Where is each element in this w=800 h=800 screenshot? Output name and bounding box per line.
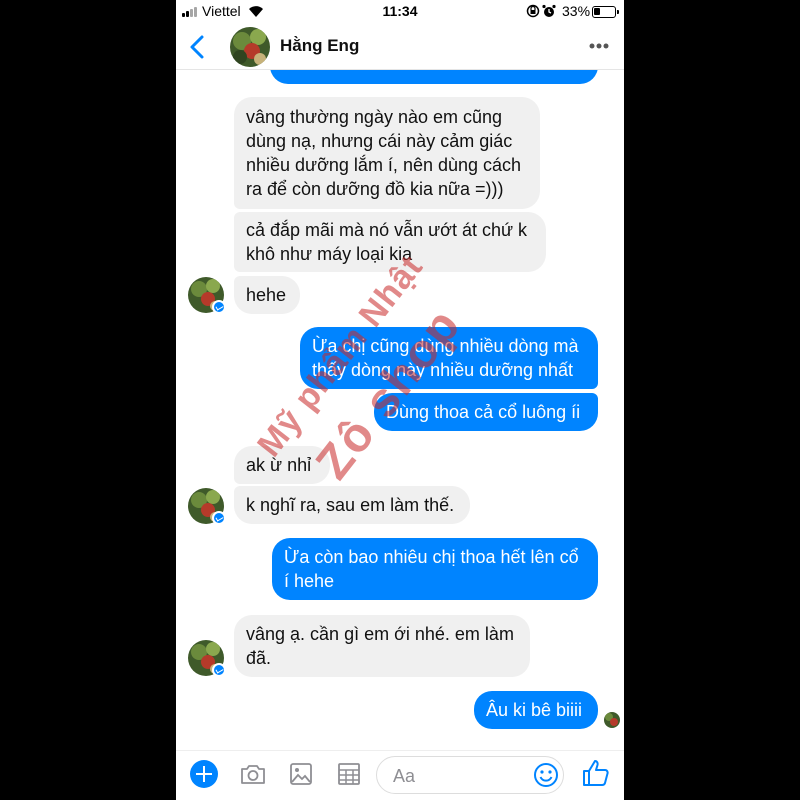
chevron-left-icon[interactable] xyxy=(184,34,212,60)
message-received[interactable]: ak ừ nhỉ xyxy=(234,446,330,484)
avatar[interactable] xyxy=(230,27,270,67)
more-dots-icon[interactable] xyxy=(586,36,612,56)
read-receipt-avatar xyxy=(604,712,620,728)
battery-icon xyxy=(592,6,616,18)
messenger-badge-icon xyxy=(212,663,226,677)
message-list: vâng thường ngày nào em cũng dùng nạ, nh… xyxy=(176,70,624,750)
input-placeholder: Aa xyxy=(393,766,416,786)
clock: 11:34 xyxy=(382,3,418,19)
messenger-badge-icon xyxy=(212,511,226,525)
message-received[interactable]: k nghĩ ra, sau em làm thế. xyxy=(234,486,470,524)
image-icon[interactable] xyxy=(286,759,316,789)
messenger-screen: Viettel 11:34 33% Hằng Eng vâng thường n… xyxy=(176,0,624,800)
message-sent[interactable]: Ừa còn bao nhiêu chị thoa hết lên cổ í h… xyxy=(272,538,598,600)
message-received[interactable]: cả đắp mãi mà nó vẫn ướt át chứ k khô nh… xyxy=(234,212,546,272)
message-input[interactable]: Aa xyxy=(376,756,564,794)
contact-name[interactable]: Hằng Eng xyxy=(280,36,359,56)
plus-icon[interactable] xyxy=(190,760,218,788)
rotation-lock-icon xyxy=(526,4,540,18)
message-sent[interactable]: Ừa chị cũng dùng nhiều dòng mà thấy dòng… xyxy=(300,327,598,389)
conversation-header: Hằng Eng xyxy=(176,24,624,70)
battery-tip xyxy=(617,10,619,14)
alarm-icon xyxy=(542,4,556,17)
battery-percent: 33% xyxy=(562,3,591,19)
thumbs-up-icon[interactable] xyxy=(580,757,612,789)
message-sent[interactable] xyxy=(270,70,598,84)
message-composer: Aa xyxy=(176,750,624,800)
message-received[interactable]: vâng thường ngày nào em cũng dùng nạ, nh… xyxy=(234,97,540,209)
message-sent[interactable]: Âu ki bê biiii xyxy=(474,691,598,729)
camera-icon[interactable] xyxy=(238,759,268,789)
message-sent[interactable]: Dùng thoa cả cổ luông íi xyxy=(374,393,598,431)
message-received[interactable]: vâng ạ. cần gì em ới nhé. em làm đã. xyxy=(234,615,530,677)
grid-icon[interactable] xyxy=(334,759,364,789)
emoji-icon[interactable] xyxy=(533,762,559,788)
message-received[interactable]: hehe xyxy=(234,276,300,314)
status-bar: Viettel 11:34 33% xyxy=(176,0,624,24)
messenger-badge-icon xyxy=(212,300,226,314)
